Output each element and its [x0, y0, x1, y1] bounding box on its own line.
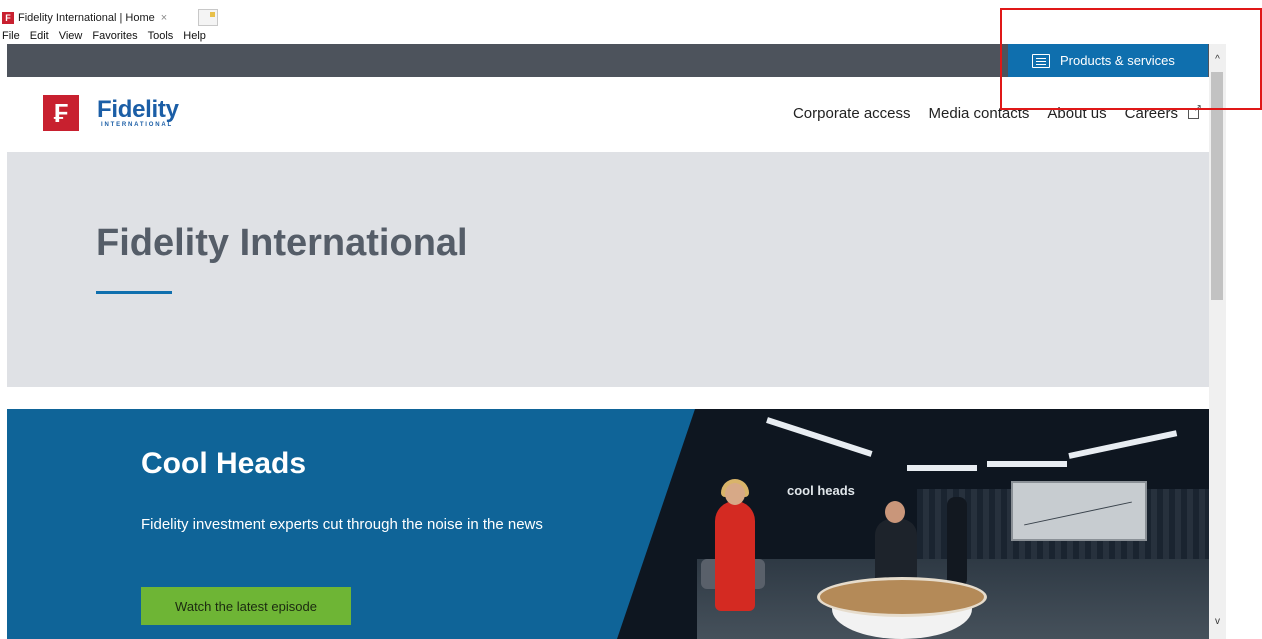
tab-close-icon[interactable]: ×: [161, 12, 167, 24]
nav-media-contacts[interactable]: Media contacts: [929, 105, 1030, 122]
products-services-label: Products & services: [1060, 53, 1175, 68]
studio-table-top: [817, 577, 987, 617]
web-page: Products & services ₣ Fidelity INTERNATI…: [7, 44, 1209, 639]
site-header: ₣ Fidelity INTERNATIONAL Corporate acces…: [7, 77, 1209, 152]
browser-menu-bar: File Edit View Favorites Tools Help: [0, 28, 1262, 44]
menu-favorites[interactable]: Favorites: [92, 30, 137, 42]
fidelity-logo-mark-icon: ₣: [43, 95, 79, 131]
browser-tab[interactable]: F Fidelity International | Home ×: [2, 9, 167, 27]
guest-head: [885, 501, 905, 523]
promo-title: Cool Heads: [141, 447, 307, 480]
logo-word: Fidelity: [97, 96, 179, 123]
menu-view[interactable]: View: [59, 30, 83, 42]
scroll-thumb[interactable]: [1211, 72, 1223, 300]
page-scrollbar[interactable]: ^ v: [1209, 44, 1226, 639]
fidelity-logo[interactable]: ₣ Fidelity INTERNATIONAL: [43, 95, 179, 131]
tab-title: Fidelity International | Home: [18, 12, 155, 24]
top-utility-strip: Products & services: [7, 44, 1209, 77]
presenter-figure: [715, 501, 755, 611]
main-nav: Corporate access Media contacts About us…: [793, 103, 1202, 122]
presenter-head: [725, 483, 745, 505]
studio-label: cool heads: [787, 483, 855, 498]
screen-chart-line: [1024, 501, 1132, 526]
hero-title: Fidelity International: [96, 222, 468, 264]
logo-subtitle: INTERNATIONAL: [101, 122, 173, 128]
nav-about-us[interactable]: About us: [1047, 105, 1106, 122]
studio-light: [907, 465, 977, 471]
document-list-icon: [1032, 53, 1050, 68]
fidelity-favicon-icon: F: [2, 12, 14, 24]
external-link-icon[interactable]: [1188, 103, 1202, 119]
promo-text: Fidelity investment experts cut through …: [141, 516, 543, 533]
nav-careers[interactable]: Careers: [1125, 105, 1178, 122]
menu-tools[interactable]: Tools: [148, 30, 174, 42]
logo-text: Fidelity INTERNATIONAL: [97, 96, 179, 129]
studio-screen: [1011, 481, 1147, 541]
hero-banner: Fidelity International: [7, 152, 1209, 387]
menu-file[interactable]: File: [2, 30, 20, 42]
nav-corporate-access[interactable]: Corporate access: [793, 105, 911, 122]
studio-light: [766, 417, 873, 457]
products-services-button[interactable]: Products & services: [1008, 44, 1208, 77]
studio-image[interactable]: cool heads: [617, 409, 1209, 639]
new-tab-icon[interactable]: [198, 9, 218, 26]
scroll-down-icon[interactable]: v: [1209, 616, 1226, 630]
studio-light: [1068, 430, 1178, 459]
browser-tab-bar: F Fidelity International | Home ×: [0, 0, 1262, 28]
studio-light: [987, 461, 1067, 467]
watch-episode-button[interactable]: Watch the latest episode: [141, 587, 351, 625]
standing-figure: [947, 497, 967, 587]
scroll-up-icon[interactable]: ^: [1209, 54, 1226, 68]
cool-heads-promo: Cool Heads Fidelity investment experts c…: [7, 409, 1209, 639]
menu-help[interactable]: Help: [183, 30, 206, 42]
hero-underline: [96, 291, 172, 294]
menu-edit[interactable]: Edit: [30, 30, 49, 42]
